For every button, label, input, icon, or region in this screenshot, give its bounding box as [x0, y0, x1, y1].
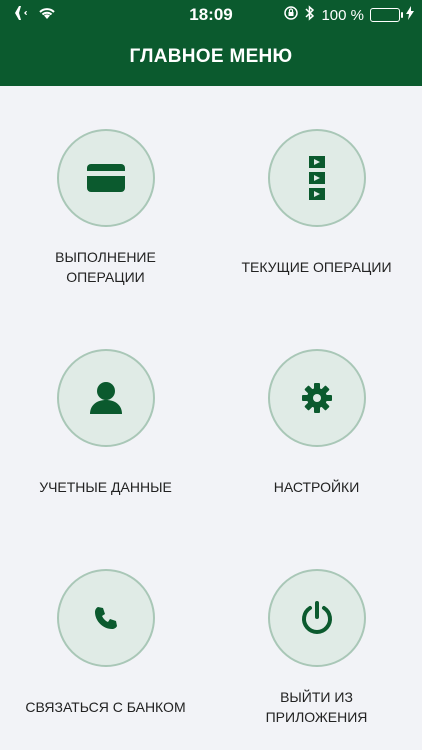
menu-item-contact-bank[interactable]: СВЯЗАТЬСЯ С БАНКОМ	[0, 569, 211, 749]
menu-label-settings: НАСТРОЙКИ	[211, 477, 422, 497]
list-play-icon	[308, 155, 326, 201]
gear-icon	[301, 382, 333, 414]
menu-label-contact-bank: СВЯЗАТЬСЯ С БАНКОМ	[0, 697, 211, 717]
menu-button-perform-operation[interactable]	[57, 129, 155, 227]
menu-label-current-operations: ТЕКУЩИЕ ОПЕРАЦИИ	[211, 257, 422, 277]
card-icon	[86, 163, 126, 193]
menu-label-line1: ВЫЙТИ ИЗ	[280, 689, 353, 705]
menu-label-line1: ВЫПОЛНЕНИЕ	[55, 249, 156, 265]
status-right: 100 %	[283, 5, 414, 25]
menu-button-exit-app[interactable]	[268, 569, 366, 667]
main-menu-grid: ВЫПОЛНЕНИЕ ОПЕРАЦИИ ТЕКУЩИЕ ОПЕРАЦИИ УЧЕ…	[0, 86, 422, 750]
menu-item-settings[interactable]: НАСТРОЙКИ	[211, 349, 422, 549]
menu-item-account-data[interactable]: УЧЕТНЫЕ ДАННЫЕ	[0, 349, 211, 549]
menu-button-account-data[interactable]	[57, 349, 155, 447]
menu-label-line2: ОПЕРАЦИИ	[66, 269, 145, 285]
status-bar: 18:09 100 %	[0, 0, 422, 30]
battery-percent: 100 %	[321, 6, 364, 24]
menu-label-line2: ПРИЛОЖЕНИЯ	[265, 709, 368, 725]
battery-icon	[370, 8, 403, 22]
menu-button-settings[interactable]	[268, 349, 366, 447]
bluetooth-icon	[305, 5, 315, 25]
menu-item-exit-app[interactable]: ВЫЙТИ ИЗ ПРИЛОЖЕНИЯ	[211, 569, 422, 749]
page-title: ГЛАВНОЕ МЕНЮ	[129, 46, 293, 67]
menu-button-contact-bank[interactable]	[57, 569, 155, 667]
user-icon	[88, 380, 124, 416]
menu-label-line1: ТЕКУЩИЕ ОПЕРАЦИИ	[241, 259, 392, 275]
charging-icon	[406, 6, 414, 24]
menu-label-line1: СВЯЗАТЬСЯ С БАНКОМ	[25, 699, 186, 715]
orientation-lock-icon	[283, 5, 299, 25]
menu-button-current-operations[interactable]	[268, 129, 366, 227]
menu-item-current-operations[interactable]: ТЕКУЩИЕ ОПЕРАЦИИ	[211, 129, 422, 329]
top-bar: 18:09 100 % ГЛАВНОЕ МЕНЮ	[0, 0, 422, 86]
power-icon	[299, 600, 335, 636]
menu-label-account-data: УЧЕТНЫЕ ДАННЫЕ	[0, 477, 211, 497]
menu-label-perform-operation: ВЫПОЛНЕНИЕ ОПЕРАЦИИ	[0, 247, 211, 287]
menu-item-perform-operation[interactable]: ВЫПОЛНЕНИЕ ОПЕРАЦИИ	[0, 129, 211, 329]
menu-label-line1: УЧЕТНЫЕ ДАННЫЕ	[39, 479, 172, 495]
menu-label-exit-app: ВЫЙТИ ИЗ ПРИЛОЖЕНИЯ	[211, 687, 422, 727]
menu-label-line1: НАСТРОЙКИ	[273, 479, 360, 495]
phone-icon	[93, 605, 119, 631]
